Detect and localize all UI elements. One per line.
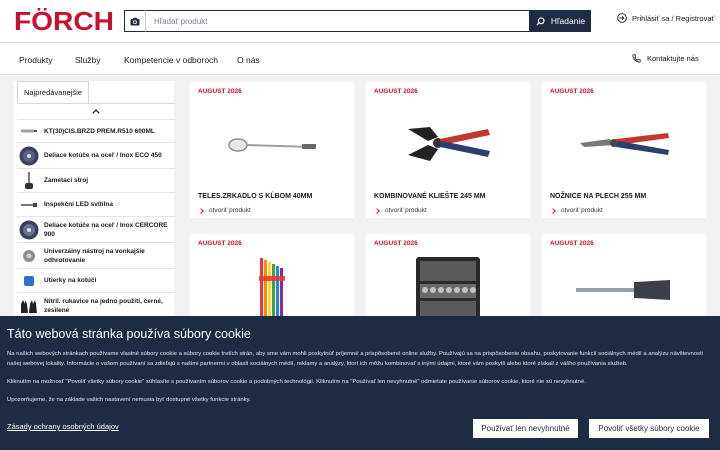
open-product-label: otvoriť produkt — [561, 207, 603, 214]
product-card[interactable]: AUGUST 2026 — [542, 234, 706, 316]
chevron-right-icon — [552, 207, 556, 214]
chevron-up-icon — [92, 109, 100, 114]
main-nav: Produkty Služby Kompetencie v odboroch O… — [0, 44, 720, 75]
wipes-roll-icon — [19, 271, 39, 291]
contact-link[interactable]: Kontaktujte nás — [632, 54, 699, 63]
product-card[interactable]: AUGUST 2026 — [190, 234, 354, 316]
chevron-right-icon — [376, 207, 380, 214]
cutting-disc-icon — [19, 146, 39, 166]
card-date: AUGUST 2026 — [550, 240, 594, 247]
login-label: Prihlásiť sa / Registrovať — [632, 13, 715, 23]
nav-item-sluzby[interactable]: Služby — [75, 55, 101, 65]
cookie-text-main: Na našich webových stránkach používame v… — [7, 351, 703, 367]
nav-item-o-nas[interactable]: O nás — [237, 55, 260, 65]
product-card[interactable]: AUGUST 2026 — [366, 234, 530, 316]
cutting-disc-icon — [19, 220, 39, 240]
card-date: AUGUST 2026 — [550, 88, 594, 95]
list-item-label: Deliace kotúče na oceľ / Inox CERCORE 90… — [44, 221, 168, 238]
card-title: TELES.ZRKADLO S KĹBOM 40MM — [198, 193, 313, 200]
forch-logo[interactable]: FÖRCH — [14, 6, 115, 36]
card-title: NOŽNICE NA PLECH 255 MM — [550, 193, 647, 200]
open-product-label: otvoriť produkt — [385, 207, 427, 214]
tab-bestsellers[interactable]: Najpredávanejšie — [17, 81, 89, 103]
list-item[interactable]: Zametací stroj — [17, 169, 175, 193]
bestsellers-sidebar: Najpredávanejšie KT(30)CIS.BRZD PREM.R51… — [14, 81, 175, 316]
list-item[interactable]: KT(30)CIS.BRZD PREM.R510 600ML — [17, 120, 175, 143]
card-title: KOMBINOVANÉ KLIEŠTE 245 MM — [374, 193, 486, 200]
list-item[interactable]: Univerzálny nástroj na vonkajšie odhroto… — [17, 243, 175, 269]
list-item-label: Zametací stroj — [44, 177, 89, 184]
product-card[interactable]: AUGUST 2026 TELES.ZRKADLO S KĹBOM 40MM o… — [190, 82, 354, 218]
product-card[interactable]: AUGUST 2026 KOMBINOVANÉ KLIEŠTE 245 MM o… — [366, 82, 530, 218]
list-item-label: Nitril. rukavice na jedno použití, černé… — [44, 297, 163, 314]
cookie-title: Táto webová stránka používa súbory cooki… — [7, 327, 251, 341]
search-icon — [536, 16, 545, 26]
list-item[interactable]: Nitril. rukavice na jedno použití, černé… — [17, 293, 175, 316]
list-item[interactable]: Deliace kotúče na oceľ / Inox ECO 450 — [17, 143, 175, 169]
product-card[interactable]: AUGUST 2026 NOŽNICE NA PLECH 255 MM otvo… — [542, 82, 706, 218]
phone-icon — [632, 54, 641, 63]
combination-pliers-icon — [366, 100, 530, 190]
socket-set-case-icon — [366, 252, 530, 316]
allow-all-cookies-button[interactable]: Povoliť všetky súbory cookie — [589, 419, 709, 438]
card-date: AUGUST 2026 — [198, 88, 242, 95]
site-header: FÖRCH Hľadanie Prihlásiť sa / Regis — [0, 0, 720, 43]
card-date: AUGUST 2026 — [374, 88, 418, 95]
login-icon — [617, 13, 627, 23]
contact-label: Kontaktujte nás — [647, 54, 699, 63]
login-link[interactable]: Prihlásiť sa / Registrovať — [617, 13, 714, 23]
list-item-label: Deliace kotúče na oceľ / Inox ECO 450 — [44, 152, 162, 159]
nav-item-kompetencie[interactable]: Kompetencie v odboroch — [124, 55, 218, 65]
cookie-text-notice: Upozorňujeme, že na základe vašich nasta… — [7, 397, 251, 403]
list-item-label: Utierky na kotúči — [44, 277, 97, 284]
open-product-label: otvoriť produkt — [209, 207, 251, 214]
spray-can-icon — [19, 121, 39, 141]
bestsellers-list: KT(30)CIS.BRZD PREM.R510 600ML Deliace k… — [17, 103, 175, 316]
search-button[interactable]: Hľadanie — [530, 10, 591, 32]
list-item-label: Univerzálny nástroj na vonkajšie odhroto… — [44, 247, 145, 264]
card-date: AUGUST 2026 — [198, 240, 242, 247]
open-product-link[interactable]: otvoriť produkt — [552, 207, 603, 214]
camera-icon — [130, 17, 140, 25]
inspection-mirror-icon — [190, 100, 354, 190]
search-bar: Hľadanie — [124, 10, 591, 32]
list-item-label: Inspekční LED svítilna — [44, 201, 113, 208]
list-item[interactable]: Deliace kotúče na oceľ / Inox CERCORE 90… — [17, 217, 175, 243]
scroll-up-button[interactable] — [17, 104, 175, 120]
cookie-banner: Táto webová stránka používa súbory cooki… — [0, 316, 720, 450]
card-date: AUGUST 2026 — [374, 240, 418, 247]
necessary-only-button[interactable]: Používať len nevyhnutné — [473, 419, 578, 438]
open-product-link[interactable]: otvoriť produkt — [376, 207, 427, 214]
chevron-right-icon — [200, 207, 204, 214]
camera-search-button[interactable] — [124, 10, 145, 32]
flashlight-icon — [19, 195, 39, 215]
nav-item-produkty[interactable]: Produkty — [19, 55, 53, 65]
search-button-label: Hľadanie — [550, 16, 586, 26]
cookie-text-consent: Kliknutím na možnosť "Povoliť všetky súb… — [7, 379, 586, 385]
main-content: Najpredávanejšie KT(30)CIS.BRZD PREM.R51… — [0, 76, 720, 316]
scraper-icon — [542, 252, 706, 316]
list-item-label: KT(30)CIS.BRZD PREM.R510 600ML — [44, 127, 155, 135]
gloves-icon — [19, 296, 39, 316]
open-product-link[interactable]: otvoriť produkt — [200, 207, 251, 214]
list-item[interactable]: Inspekční LED svítilna — [17, 193, 175, 217]
deburring-tool-icon — [19, 246, 39, 266]
search-input[interactable] — [145, 10, 530, 32]
sweeper-icon — [19, 171, 39, 191]
privacy-policy-link[interactable]: Zásady ochrany osobných údajov — [7, 422, 119, 431]
hex-key-set-icon — [190, 252, 354, 316]
tin-snips-icon — [542, 100, 706, 190]
svg-text:FÖRCH: FÖRCH — [14, 8, 114, 33]
list-item[interactable]: Utierky na kotúči — [17, 269, 175, 293]
